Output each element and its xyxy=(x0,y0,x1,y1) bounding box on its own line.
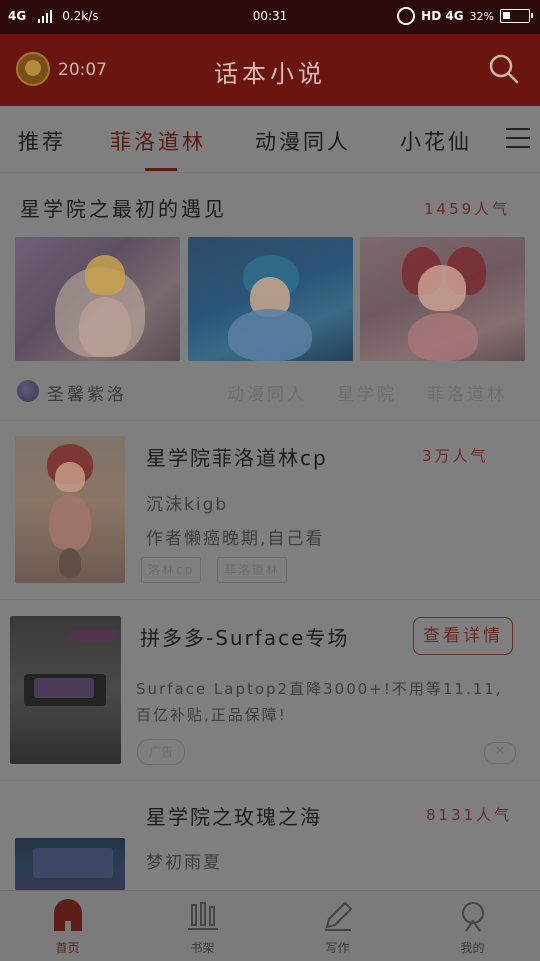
nav-home[interactable]: 首页 xyxy=(0,891,135,961)
card-cover[interactable] xyxy=(15,838,125,890)
tag[interactable]: 星学院 xyxy=(337,380,397,405)
user-icon xyxy=(461,902,484,932)
tag[interactable]: 动漫同人 xyxy=(227,380,307,405)
ad-title[interactable]: 拼多多-Surface专场 xyxy=(140,622,349,651)
card-author[interactable]: 沉沫kigb xyxy=(146,490,228,515)
tab-feiluo-daolin[interactable]: 菲洛道林 xyxy=(110,126,206,156)
app-header: 20:07 话本小说 xyxy=(0,34,540,106)
battery-text: 32% xyxy=(469,9,494,23)
bookshelf-icon xyxy=(187,902,218,930)
tag[interactable]: 菲洛道林 xyxy=(427,380,507,405)
category-tabs: 推荐 菲洛道林 动漫同人 小花仙 xyxy=(0,106,540,173)
battery-icon xyxy=(500,9,533,23)
nav-write[interactable]: 写作 xyxy=(270,891,405,961)
card-tag[interactable]: 菲洛道林 xyxy=(217,557,288,583)
bottom-navigation: 首页 书架 写作 我的 xyxy=(0,890,540,961)
ad-image[interactable] xyxy=(10,616,121,764)
card-tag[interactable]: 洛林cp xyxy=(141,557,202,583)
tab-xiaohuaxian[interactable]: 小花仙 xyxy=(400,126,472,156)
view-details-button[interactable]: 查看详情 xyxy=(413,617,513,655)
app-title: 话本小说 xyxy=(214,60,326,88)
status-bar: 4G 0.2k/s 00:31 HD 4G 32% xyxy=(0,0,540,34)
card-description: 作者懒癌晚期,自己看 xyxy=(146,529,325,549)
nav-label: 书架 xyxy=(190,941,215,955)
featured-author-row: 圣馨紫洛 动漫同人 星学院 菲洛道林 xyxy=(15,378,525,406)
alarm-icon xyxy=(397,7,416,25)
card-author[interactable]: 梦初雨夏 xyxy=(146,848,222,873)
divider xyxy=(0,780,540,781)
author-name[interactable]: 圣馨紫洛 xyxy=(47,380,127,405)
nav-profile[interactable]: 我的 xyxy=(405,891,540,961)
nav-label: 首页 xyxy=(55,941,80,955)
home-icon xyxy=(53,899,82,931)
featured-image-1[interactable] xyxy=(15,237,180,361)
menu-icon[interactable] xyxy=(506,128,530,148)
divider xyxy=(0,599,540,600)
close-icon[interactable]: ✕ xyxy=(484,742,516,764)
nav-label: 写作 xyxy=(325,941,350,955)
nav-bookshelf[interactable]: 书架 xyxy=(135,891,270,961)
featured-title[interactable]: 星学院之最初的遇见 xyxy=(20,193,227,222)
tab-recommend[interactable]: 推荐 xyxy=(18,126,66,156)
divider xyxy=(0,420,540,421)
search-icon[interactable] xyxy=(488,53,520,85)
featured-image-2[interactable] xyxy=(188,237,353,361)
ad-badge: 广告 xyxy=(137,739,185,765)
tab-anime-fanfic[interactable]: 动漫同人 xyxy=(255,126,351,156)
nav-label: 我的 xyxy=(460,941,485,955)
card-title[interactable]: 星学院菲洛道林cp xyxy=(146,442,328,471)
avatar[interactable] xyxy=(17,380,39,402)
ad-description: Surface Laptop2直降3000+!不用等11.11,百亿补贴,正品保… xyxy=(136,680,503,724)
card-title[interactable]: 星学院之玫瑰之海 xyxy=(146,801,322,830)
featured-image-3[interactable] xyxy=(360,237,525,361)
pencil-icon xyxy=(324,901,352,931)
card-popularity: 8131人气 xyxy=(426,806,513,824)
card-popularity: 3万人气 xyxy=(422,447,489,465)
network2-label: HD 4G xyxy=(421,9,464,23)
card-cover[interactable] xyxy=(15,436,125,583)
active-tab-indicator xyxy=(145,168,177,171)
featured-popularity: 1459人气 xyxy=(424,200,511,218)
